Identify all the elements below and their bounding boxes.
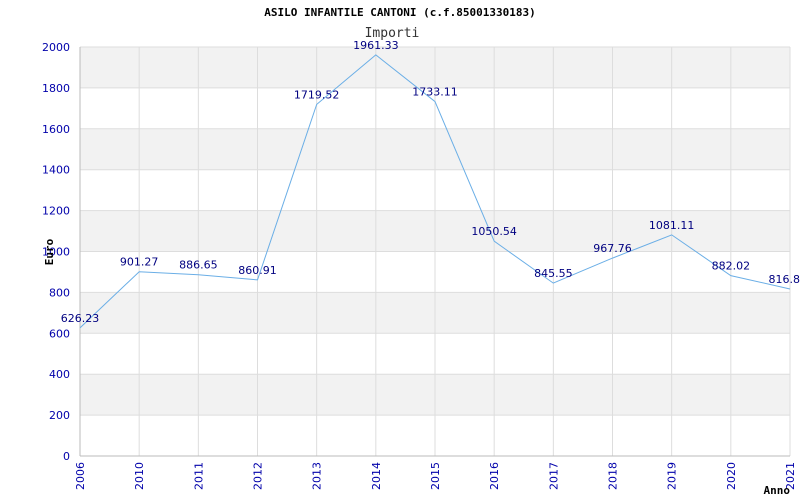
data-label: 816.8 [769, 273, 800, 286]
y-tick-label: 0 [63, 450, 70, 463]
line-chart: ASILO INFANTILE CANTONI (c.f.85001330183… [42, 6, 800, 497]
x-tick-label: 2014 [370, 462, 383, 490]
data-label: 967.76 [593, 242, 632, 255]
x-tick-label: 2013 [311, 462, 324, 490]
y-axis-label: Euro [43, 238, 56, 265]
y-tick-label: 1200 [42, 205, 70, 218]
y-tick-label: 1600 [42, 123, 70, 136]
x-axis-label: Anno [764, 484, 791, 497]
chart-title: ASILO INFANTILE CANTONI (c.f.85001330183… [264, 6, 536, 19]
x-tick-label: 2018 [607, 462, 620, 490]
data-label: 901.27 [120, 256, 159, 269]
data-label: 882.02 [712, 260, 751, 273]
x-axis-ticks: 2006 2010 2011 2012 2013 2014 2015 2016 2017 2018… [74, 462, 797, 490]
data-label: 1733.11 [412, 86, 458, 99]
data-label: 845.55 [534, 267, 573, 280]
data-label: 626.23 [61, 312, 100, 325]
data-label: 860.91 [238, 264, 277, 277]
y-tick-label: 800 [49, 286, 70, 299]
x-tick-label: 2015 [429, 462, 442, 490]
y-tick-label: 600 [49, 327, 70, 340]
data-label: 1719.52 [294, 88, 340, 101]
data-label: 1050.54 [471, 225, 517, 238]
data-label: 1961.33 [353, 39, 399, 52]
x-tick-label: 2020 [725, 462, 738, 490]
x-tick-label: 2011 [192, 462, 205, 490]
x-tick-label: 2019 [666, 462, 679, 490]
y-tick-label: 1400 [42, 164, 70, 177]
x-tick-label: 2012 [252, 462, 265, 490]
x-tick-label: 2017 [547, 462, 560, 490]
y-tick-label: 400 [49, 368, 70, 381]
x-tick-label: 2016 [488, 462, 501, 490]
x-tick-label: 2006 [74, 462, 87, 490]
data-label: 1081.11 [649, 219, 695, 232]
y-tick-label: 200 [49, 409, 70, 422]
x-tick-label: 2010 [133, 462, 146, 490]
y-tick-label: 2000 [42, 41, 70, 54]
data-label: 886.65 [179, 259, 218, 272]
y-tick-label: 1800 [42, 82, 70, 95]
